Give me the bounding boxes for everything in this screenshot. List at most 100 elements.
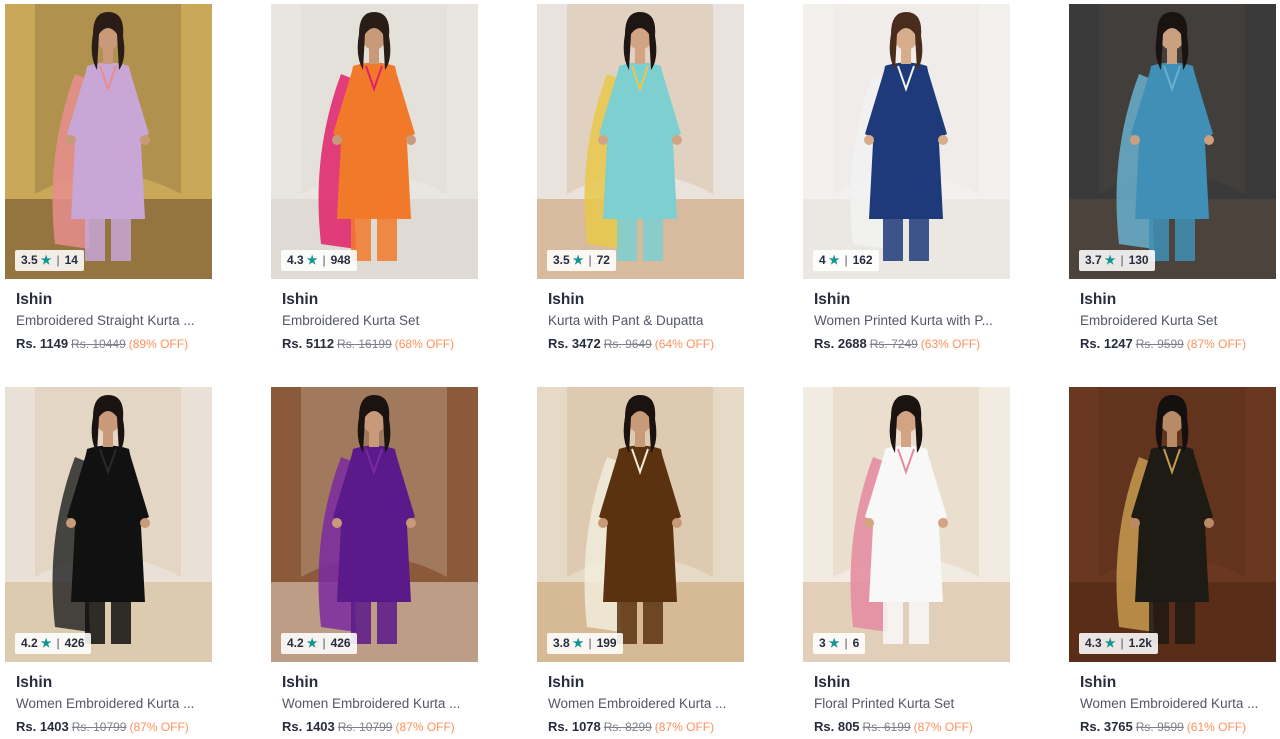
discount-percentage: (87% OFF) <box>913 720 973 734</box>
discount-percentage: (87% OFF) <box>654 720 715 734</box>
star-icon: ★ <box>40 636 52 650</box>
star-icon: ★ <box>306 253 318 267</box>
product-card[interactable]: 4.3 ★ | 1.2k Ishin Women Embroidered Kurta ..… <box>1069 387 1276 736</box>
star-icon: ★ <box>1104 636 1116 650</box>
star-icon: ★ <box>306 636 318 650</box>
product-name: Floral Printed Kurta Set <box>814 696 955 711</box>
product-card[interactable]: 3.5 ★ | 14 Ishin Embroidered Straight Kurta .… <box>5 4 212 353</box>
original-price: Rs. 10799 <box>337 720 393 734</box>
product-info: Ishin Women Embroidered Kurta ... Rs. 3765… <box>1069 673 1276 736</box>
discounted-price: Rs. 1403 <box>16 719 69 734</box>
rating-count: 6 <box>852 636 860 650</box>
model-photo <box>803 387 1010 662</box>
rating-badge: 3.5 ★ | 72 <box>547 250 616 271</box>
product-card[interactable]: 3 ★ | 6 Ishin Floral Printed Kurta Set Rs. 805… <box>803 387 1010 736</box>
model-photo <box>1069 387 1276 662</box>
star-icon: ★ <box>572 636 584 650</box>
product-info: Ishin Embroidered Straight Kurta ... Rs. 1… <box>5 290 212 353</box>
star-icon: ★ <box>40 253 52 267</box>
product-price: Rs. 2688 Rs. 7249 (63% OFF) <box>814 335 999 353</box>
original-price: Rs. 8299 <box>603 720 652 734</box>
product-card[interactable]: 4.3 ★ | 948 Ishin Embroidered Kurta Set Rs. 51… <box>271 4 478 353</box>
rating-value: 4.2 <box>287 636 304 650</box>
discount-percentage: (63% OFF) <box>920 337 981 351</box>
rating-count: 199 <box>596 636 617 650</box>
model-photo <box>5 4 212 279</box>
rating-separator: | <box>844 636 848 650</box>
rating-value: 4.2 <box>21 636 38 650</box>
product-price: Rs. 5112 Rs. 16199 (68% OFF) <box>282 335 467 353</box>
rating-separator: | <box>56 636 60 650</box>
model-photo <box>803 4 1010 279</box>
rating-separator: | <box>322 636 326 650</box>
product-name: Kurta with Pant & Dupatta <box>548 313 704 328</box>
original-price: Rs. 10799 <box>71 720 127 734</box>
rating-count: 72 <box>596 253 610 267</box>
discount-percentage: (61% OFF) <box>1186 720 1247 734</box>
discount-percentage: (68% OFF) <box>394 337 455 351</box>
star-icon: ★ <box>828 253 840 267</box>
product-info: Ishin Embroidered Kurta Set Rs. 5112 Rs. 16… <box>271 290 478 353</box>
product-name: Embroidered Straight Kurta ... <box>16 313 195 328</box>
discounted-price: Rs. 3765 <box>1080 719 1133 734</box>
rating-value: 4 <box>819 253 826 267</box>
rating-count: 162 <box>852 253 873 267</box>
rating-value: 3.7 <box>1085 253 1102 267</box>
rating-badge: 3 ★ | 6 <box>813 633 866 654</box>
product-brand: Ishin <box>16 674 53 691</box>
product-card[interactable]: 4.2 ★ | 426 Ishin Women Embroidered Kurta ...… <box>5 387 212 736</box>
rating-badge: 4.3 ★ | 948 <box>281 250 357 271</box>
model-photo <box>5 387 212 662</box>
product-image[interactable]: 3.7 ★ | 130 <box>1069 4 1276 279</box>
rating-separator: | <box>1120 253 1124 267</box>
rating-count: 1.2k <box>1128 636 1152 650</box>
discounted-price: Rs. 5112 <box>282 336 335 351</box>
rating-separator: | <box>56 253 60 267</box>
discounted-price: Rs. 1403 <box>282 719 335 734</box>
product-image[interactable]: 4 ★ | 162 <box>803 4 1010 279</box>
discounted-price: Rs. 1247 <box>1080 336 1133 351</box>
rating-count: 948 <box>330 253 351 267</box>
product-image[interactable]: 3.8 ★ | 199 <box>537 387 744 662</box>
product-card[interactable]: 3.8 ★ | 199 Ishin Women Embroidered Kurta ...… <box>537 387 744 736</box>
product-image[interactable]: 4.2 ★ | 426 <box>271 387 478 662</box>
rating-count: 14 <box>64 253 78 267</box>
original-price: Rs. 9649 <box>603 337 652 351</box>
discounted-price: Rs. 3472 <box>548 336 601 351</box>
rating-value: 3.5 <box>21 253 38 267</box>
rating-count: 426 <box>64 636 85 650</box>
rating-value: 4.3 <box>287 253 304 267</box>
product-brand: Ishin <box>16 291 53 308</box>
product-card[interactable]: 3.5 ★ | 72 Ishin Kurta with Pant & Dupatta Rs.… <box>537 4 744 353</box>
product-grid: 3.5 ★ | 14 Ishin Embroidered Straight Kurta .… <box>0 0 1280 739</box>
model-photo <box>271 4 478 279</box>
product-brand: Ishin <box>814 291 851 308</box>
rating-badge: 4.3 ★ | 1.2k <box>1079 633 1158 654</box>
discounted-price: Rs. 1149 <box>16 336 69 351</box>
product-image[interactable]: 3 ★ | 6 <box>803 387 1010 662</box>
product-image[interactable]: 4.3 ★ | 1.2k <box>1069 387 1276 662</box>
product-image[interactable]: 3.5 ★ | 72 <box>537 4 744 279</box>
product-card[interactable]: 4 ★ | 162 Ishin Women Printed Kurta with P...… <box>803 4 1010 353</box>
rating-badge: 4.2 ★ | 426 <box>15 633 91 654</box>
original-price: Rs. 7249 <box>869 337 918 351</box>
product-brand: Ishin <box>814 674 851 691</box>
rating-separator: | <box>588 636 592 650</box>
model-photo <box>537 387 744 662</box>
product-card[interactable]: 4.2 ★ | 426 Ishin Women Embroidered Kurta ...… <box>271 387 478 736</box>
product-name: Women Printed Kurta with P... <box>814 313 993 328</box>
model-photo <box>537 4 744 279</box>
product-price: Rs. 1078 Rs. 8299 (87% OFF) <box>548 718 733 736</box>
product-brand: Ishin <box>1080 674 1117 691</box>
star-icon: ★ <box>572 253 584 267</box>
product-name: Embroidered Kurta Set <box>282 313 420 328</box>
product-image[interactable]: 3.5 ★ | 14 <box>5 4 212 279</box>
product-info: Ishin Women Printed Kurta with P... Rs. 26… <box>803 290 1010 353</box>
original-price: Rs. 9599 <box>1135 720 1184 734</box>
product-image[interactable]: 4.3 ★ | 948 <box>271 4 478 279</box>
rating-value: 3.8 <box>553 636 570 650</box>
product-image[interactable]: 4.2 ★ | 426 <box>5 387 212 662</box>
discounted-price: Rs. 2688 <box>814 336 867 351</box>
product-name: Women Embroidered Kurta ... <box>282 696 461 711</box>
product-card[interactable]: 3.7 ★ | 130 Ishin Embroidered Kurta Set Rs. 12… <box>1069 4 1276 353</box>
